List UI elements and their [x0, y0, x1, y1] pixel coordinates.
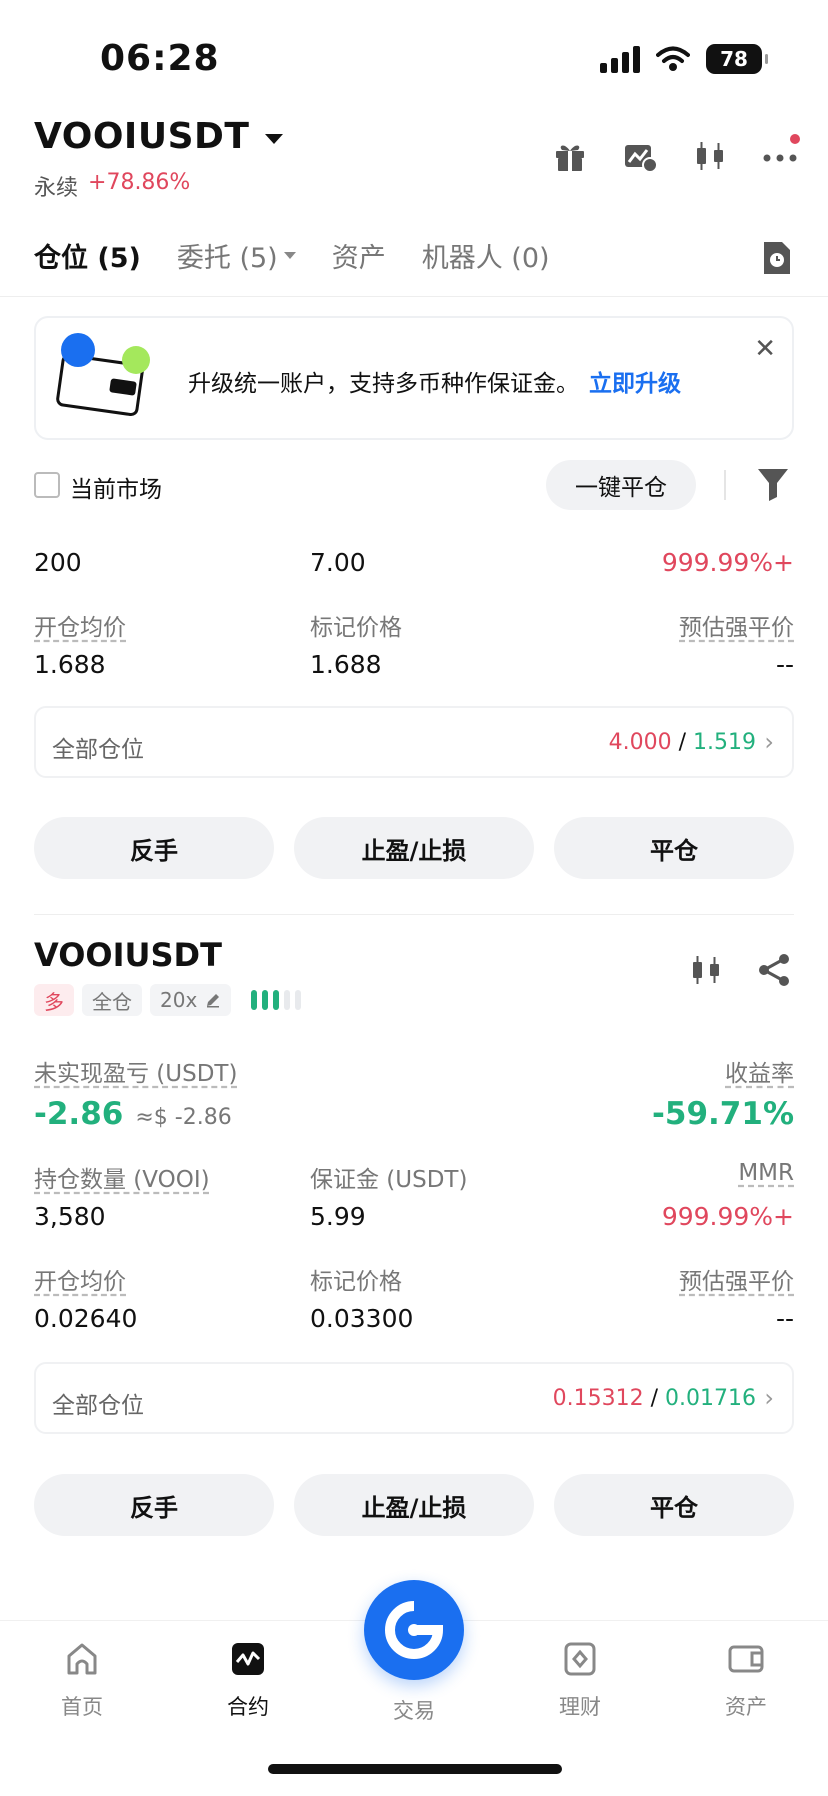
- pos2-entry-price: 0.02640: [34, 1304, 138, 1333]
- wifi-icon: [656, 46, 690, 71]
- pos1-entry-price: 1.688: [34, 650, 106, 679]
- pos2-tags: 多 全仓 20x: [34, 984, 302, 1016]
- caret-down-icon: [265, 133, 284, 144]
- pos2-upnl-label: 未实现盈亏 (USDT): [34, 1061, 238, 1087]
- earn-icon: [564, 1642, 596, 1676]
- upgrade-link[interactable]: 立即升级: [589, 371, 681, 397]
- pos1-entry-label: 开仓均价: [34, 615, 126, 641]
- candlestick-icon[interactable]: [692, 138, 728, 174]
- edit-icon: [207, 994, 220, 1008]
- wallet-icon: [728, 1645, 764, 1673]
- tab-positions[interactable]: 仓位 (5): [34, 236, 141, 275]
- pos2-margin-label: 保证金 (USDT): [310, 1167, 468, 1193]
- share-icon[interactable]: [756, 952, 792, 988]
- pos1-mmr: 999.99%+: [661, 548, 794, 577]
- pos2-reverse-button[interactable]: 反手: [34, 1474, 274, 1536]
- pos1-close-button[interactable]: 平仓: [554, 817, 794, 879]
- pos1-tpsl-button[interactable]: 止盈/止损: [294, 817, 534, 879]
- pos2-roe: -59.71%: [652, 1096, 794, 1132]
- futures-icon: [232, 1643, 264, 1675]
- nav-assets[interactable]: 资产: [696, 1641, 796, 1721]
- price-change: +78.86%: [88, 170, 191, 195]
- pos2-close-button[interactable]: 平仓: [554, 1474, 794, 1536]
- status-time: 06:28: [100, 38, 220, 79]
- home-icon: [67, 1643, 97, 1675]
- pos1-reverse-button[interactable]: 反手: [34, 817, 274, 879]
- side-badge: 多: [34, 984, 74, 1016]
- chevron-right-icon: ›: [764, 1384, 774, 1412]
- pos2-upnl: -2.86 ≈$ -2.86: [34, 1096, 232, 1132]
- pos1-mark-price: 1.688: [310, 650, 382, 679]
- all-positions-values: 4.000 / 1.519: [608, 730, 756, 755]
- pos2-qty-label: 持仓数量 (VOOI): [34, 1167, 210, 1193]
- position-tabs: 仓位 (5) 委托 (5) 资产 机器人 (0): [34, 236, 550, 275]
- pos2-mark-label: 标记价格: [310, 1269, 402, 1295]
- banner-message: 升级统一账户，支持多币种作保证金。 立即升级: [188, 371, 681, 397]
- wallet-illustration: [56, 333, 150, 417]
- current-market-label: 当前市场: [70, 477, 162, 503]
- tab-orders[interactable]: 委托 (5): [177, 236, 296, 275]
- battery-icon: 78: [706, 44, 768, 74]
- pos1-liq-price: --: [775, 650, 794, 679]
- pos2-margin: 5.99: [310, 1202, 366, 1231]
- pos2-quantity: 3,580: [34, 1202, 106, 1231]
- pos2-tpsl-button[interactable]: 止盈/止损: [294, 1474, 534, 1536]
- chevron-right-icon: ›: [764, 728, 774, 756]
- pos2-liq-price: --: [775, 1304, 794, 1333]
- upnl-value: -2.86: [34, 1096, 124, 1132]
- home-indicator: [268, 1764, 562, 1774]
- trade-fab-button[interactable]: [364, 1580, 464, 1680]
- all-positions-label: 全部仓位: [52, 737, 144, 763]
- pair-name: VOOIUSDT: [34, 116, 250, 157]
- pair-subtitle: 永续 +78.86%: [34, 170, 190, 202]
- pos2-mmr-label: MMR: [738, 1160, 794, 1186]
- pos2-entry-label: 开仓均价: [34, 1269, 126, 1295]
- pos2-pair: VOOIUSDT: [34, 936, 222, 974]
- status-icons: 78: [600, 44, 768, 74]
- current-market-checkbox[interactable]: [34, 472, 60, 498]
- pos2-roe-label: 收益率: [725, 1061, 794, 1087]
- leverage-badge[interactable]: 20x: [150, 984, 232, 1016]
- nav-futures[interactable]: 合约: [198, 1641, 298, 1721]
- divider: [724, 470, 726, 500]
- all-positions-values: 0.15312 / 0.01716: [552, 1386, 756, 1411]
- contract-type: 永续: [34, 176, 79, 201]
- signal-icon: [600, 45, 640, 73]
- chart-share-icon[interactable]: [622, 138, 658, 174]
- pos1-mark-label: 标记价格: [310, 615, 402, 641]
- adl-indicator: [251, 990, 302, 1010]
- gift-icon[interactable]: [552, 138, 588, 174]
- pos2-mark-price: 0.03300: [310, 1304, 414, 1333]
- filter-icon[interactable]: [756, 466, 790, 502]
- logo-icon: [385, 1601, 443, 1659]
- tab-assets[interactable]: 资产: [332, 236, 386, 275]
- tab-bots[interactable]: 机器人 (0): [422, 236, 550, 275]
- tabs-divider: [0, 296, 828, 297]
- margin-mode-badge: 全仓: [82, 984, 142, 1016]
- position-divider: [34, 914, 794, 915]
- pos1-quantity: 200: [34, 548, 82, 577]
- candlestick-icon[interactable]: [688, 952, 724, 988]
- nav-trade[interactable]: 交易: [364, 1695, 464, 1725]
- nav-home[interactable]: 首页: [32, 1641, 132, 1721]
- pos1-margin: 7.00: [310, 548, 366, 577]
- nav-earn[interactable]: 理财: [530, 1641, 630, 1721]
- history-doc-icon[interactable]: [760, 240, 792, 276]
- pos2-liq-label: 预估强平价: [679, 1269, 794, 1295]
- pos1-liq-label: 预估强平价: [679, 615, 794, 641]
- close-all-button[interactable]: 一键平仓: [546, 460, 696, 510]
- pos2-all-positions[interactable]: 全部仓位 0.15312 / 0.01716 ›: [34, 1362, 794, 1434]
- notification-dot: [790, 134, 800, 144]
- more-icon[interactable]: [762, 134, 800, 174]
- header-actions: [552, 134, 800, 174]
- upnl-usd: ≈$ -2.86: [135, 1105, 232, 1130]
- pair-selector[interactable]: VOOIUSDT: [34, 116, 284, 157]
- pos2-mmr: 999.99%+: [661, 1202, 794, 1231]
- caret-down-icon: [283, 252, 296, 259]
- all-positions-label: 全部仓位: [52, 1393, 144, 1419]
- upgrade-banner[interactable]: 升级统一账户，支持多币种作保证金。 立即升级 ✕: [34, 316, 794, 440]
- pos1-all-positions[interactable]: 全部仓位 4.000 / 1.519 ›: [34, 706, 794, 778]
- close-icon[interactable]: ✕: [754, 334, 776, 364]
